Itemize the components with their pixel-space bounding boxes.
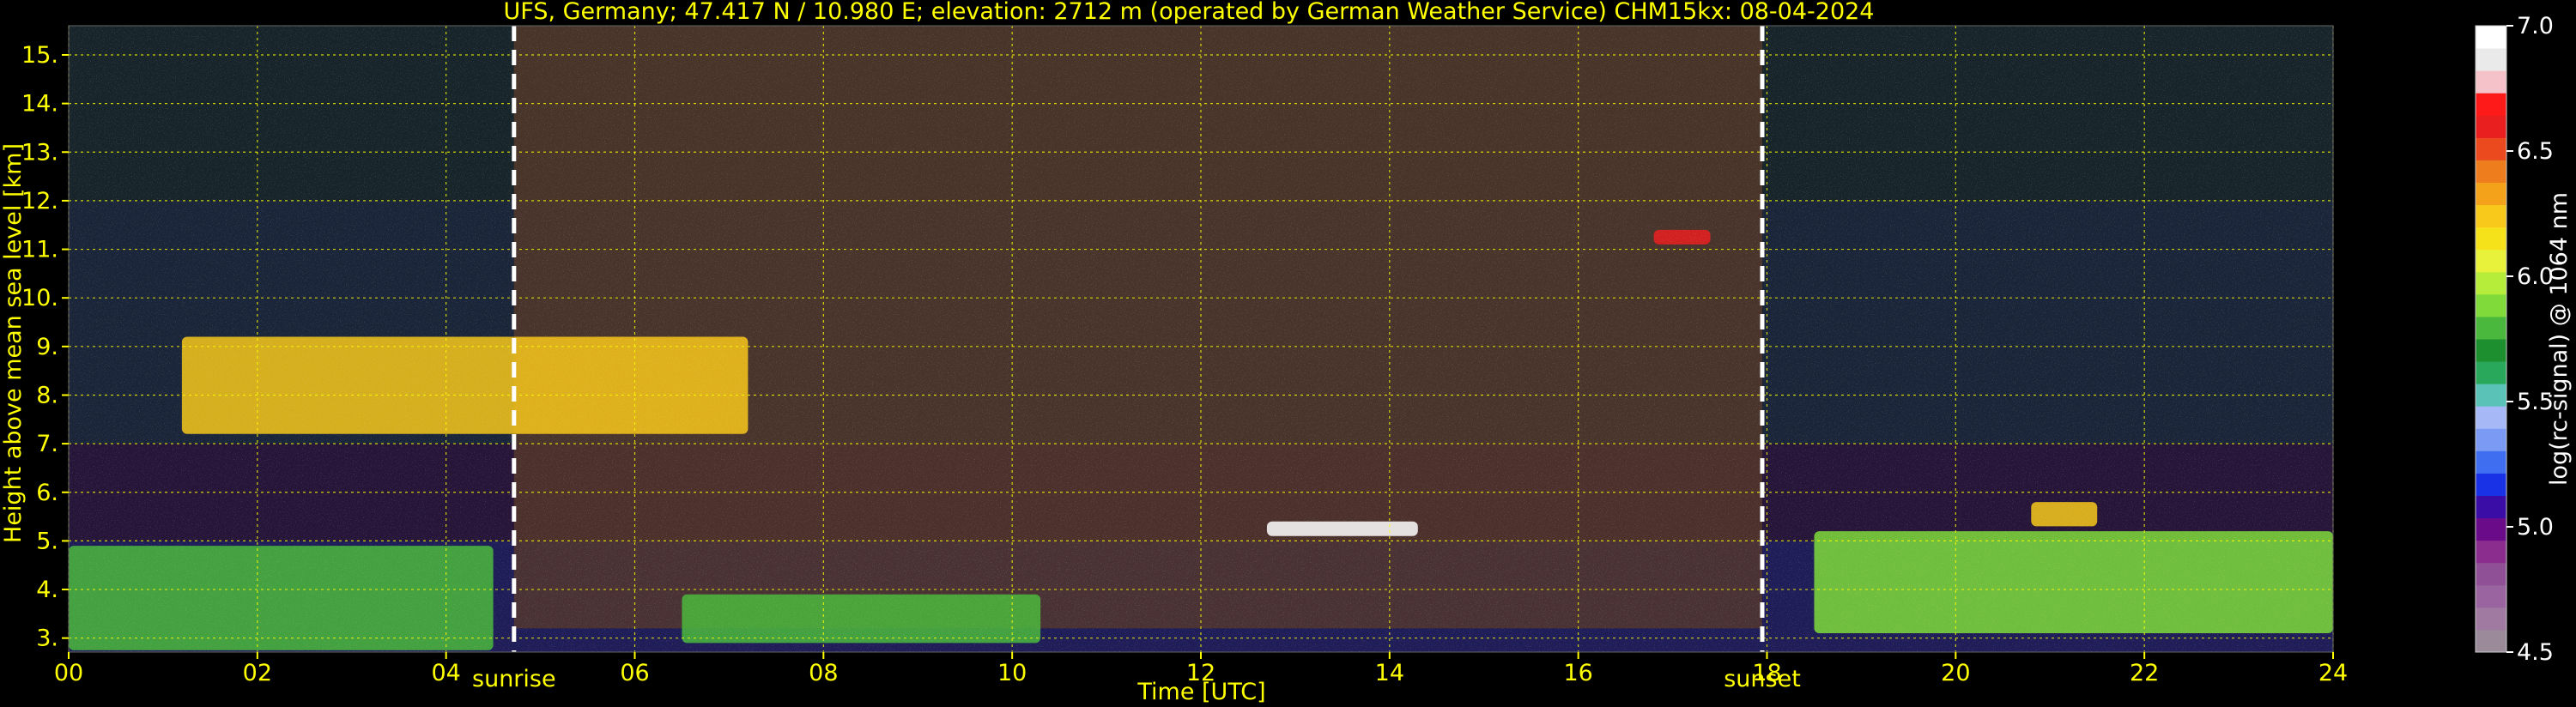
colorbar-swatch <box>2476 93 2506 116</box>
colorbar-swatch <box>2476 293 2506 317</box>
x-tick-label: 18 <box>1752 660 1781 686</box>
y-tick-label: 11. <box>21 237 58 263</box>
y-axis-label: Height above mean sea level [km] <box>0 143 27 543</box>
colorbar-swatch <box>2476 271 2506 295</box>
colorbar-swatch <box>2476 540 2506 564</box>
x-tick-label: 04 <box>431 660 460 686</box>
colorbar-swatch <box>2476 450 2506 474</box>
x-tick-label: 06 <box>620 660 649 686</box>
colorbar-swatch <box>2476 249 2506 273</box>
colorbar-swatch <box>2476 204 2506 228</box>
sunrise-label: sunrise <box>472 666 556 692</box>
colorbar-swatch <box>2476 406 2506 429</box>
colorbar-swatch <box>2476 607 2506 631</box>
plot-area: sunrise sunset <box>68 25 2334 692</box>
colorbar-swatch <box>2476 495 2506 519</box>
colorbar-tick-label: 4.5 <box>2517 639 2554 666</box>
colorbar-swatch <box>2476 361 2506 384</box>
y-tick-label: 15. <box>21 42 58 69</box>
colorbar-swatch <box>2476 182 2506 206</box>
y-tick-label: 6. <box>36 480 58 506</box>
colorbar-swatch <box>2476 339 2506 362</box>
x-tick-label: 10 <box>997 660 1027 686</box>
colorbar-tick-label: 6.5 <box>2517 138 2554 165</box>
ceilometer-chart: UFS, Germany; 47.417 N / 10.980 E; eleva… <box>0 0 2573 705</box>
colorbar-swatch <box>2476 137 2506 160</box>
colorbar-swatch <box>2476 428 2506 451</box>
colorbar-swatch <box>2476 316 2506 340</box>
colorbar-swatch <box>2476 562 2506 586</box>
colorbar-label: log(rc-signal) @ 1064 nm <box>2546 192 2573 486</box>
x-tick-label: 20 <box>1941 660 1970 686</box>
colorbar-swatch <box>2476 473 2506 496</box>
y-axis-ticks: 3. 4. 5. 6. 7. 8. 9. 10. 11. 12. 13. 14. 15. <box>21 42 69 652</box>
y-tick-label: 9. <box>36 334 58 360</box>
y-tick-label: 3. <box>36 625 58 652</box>
colorbar-swatch <box>2476 48 2506 71</box>
x-tick-label: 14 <box>1375 660 1404 686</box>
colorbar-swatch <box>2476 26 2506 49</box>
x-tick-label: 16 <box>1563 660 1592 686</box>
x-tick-label: 24 <box>2318 660 2348 686</box>
colorbar-swatch <box>2476 115 2506 138</box>
colorbar-swatch <box>2476 517 2506 541</box>
y-tick-label: 7. <box>36 431 58 457</box>
colorbar-swatch <box>2476 629 2506 653</box>
chart-title: UFS, Germany; 47.417 N / 10.980 E; eleva… <box>504 0 1875 25</box>
x-axis-label: Time [UTC] <box>1136 679 1265 705</box>
colorbar-swatch <box>2476 160 2506 183</box>
colorbar-swatches <box>2476 26 2506 653</box>
colorbar-tick-label: 5.0 <box>2517 514 2554 541</box>
y-tick-label: 8. <box>36 382 58 408</box>
y-tick-label: 5. <box>36 528 58 554</box>
y-tick-label: 14. <box>21 91 58 118</box>
y-tick-label: 12. <box>21 188 58 215</box>
colorbar: 4.55.05.56.06.57.0 log(rc-signal) @ 1064… <box>2475 13 2573 666</box>
colorbar-swatch <box>2476 70 2506 94</box>
x-tick-label: 02 <box>243 660 272 686</box>
y-tick-label: 13. <box>21 139 58 166</box>
colorbar-swatch <box>2476 584 2506 608</box>
colorbar-swatch <box>2476 384 2506 407</box>
x-tick-label: 08 <box>809 660 838 686</box>
y-tick-label: 4. <box>36 577 58 603</box>
colorbar-swatch <box>2476 227 2506 251</box>
x-tick-label: 22 <box>2130 660 2159 686</box>
x-tick-label: 00 <box>54 660 83 686</box>
colorbar-tick-label: 7.0 <box>2517 13 2554 39</box>
y-tick-label: 10. <box>21 285 58 311</box>
